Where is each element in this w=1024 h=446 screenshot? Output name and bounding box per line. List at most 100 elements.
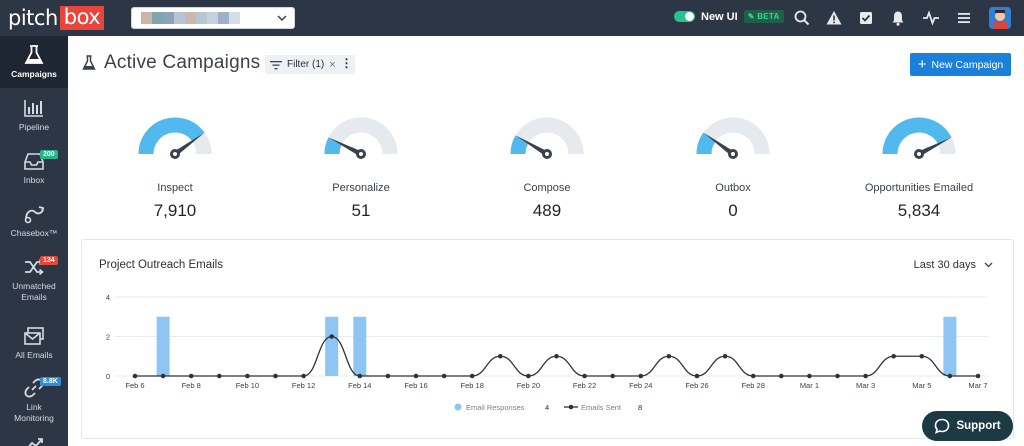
x-tick-label: Feb 18 (461, 381, 484, 390)
sidebar-item-chasebox[interactable]: Chasebox™ (0, 195, 68, 247)
x-tick-label: Feb 16 (404, 381, 427, 390)
y-tick-label: 2 (106, 333, 110, 342)
sidebar-item-unmatched-emails[interactable]: Unmatched Emails 134 (0, 248, 68, 314)
legend-total-emails-sent: 8 (638, 403, 642, 412)
point-emails-sent (188, 373, 194, 379)
point-emails-sent (441, 373, 447, 379)
logo-text-box: box (59, 6, 105, 30)
user-avatar[interactable] (989, 7, 1011, 29)
legend-label-emails-sent: Emails Sent (581, 403, 622, 412)
sidebar-item-label: Pipeline (18, 122, 50, 132)
point-emails-sent (554, 353, 559, 359)
project-name-swatch (218, 12, 229, 24)
x-tick-label: Feb 14 (348, 381, 371, 390)
bar-email-responses (943, 316, 957, 376)
gauge-personalize[interactable]: Personalize 51 (271, 110, 451, 221)
project-name-swatch (185, 12, 196, 24)
support-button[interactable]: Support (922, 411, 1013, 441)
project-name-swatch (229, 12, 240, 24)
point-emails-sent (498, 353, 503, 359)
gauge-value: 489 (532, 201, 562, 220)
avatar-image (989, 7, 1011, 29)
gauge-opportunities-emailed[interactable]: Opportunities Emailed 5,834 (829, 110, 1009, 221)
outreach-chart: 0 2 4 Feb 6 Feb 8 Feb 10 Feb 12 Feb 14 Feb 16 Feb… (106, 293, 988, 412)
legend-swatch-email-responses (454, 403, 462, 411)
bar-email-responses (156, 316, 170, 376)
x-tick-label: Mar 7 (968, 381, 987, 390)
project-name-swatch (196, 12, 207, 24)
support-label: Support (956, 420, 1001, 432)
point-emails-sent (750, 373, 756, 379)
pitchbox-logo[interactable]: pitch box (8, 6, 105, 30)
x-tick-label: Feb 24 (629, 381, 652, 390)
sidebar-item-all-emails[interactable]: All Emails (0, 317, 68, 369)
legend-point-emails-sent (568, 404, 574, 410)
point-emails-sent (722, 353, 728, 359)
x-tick-label: Feb 12 (292, 381, 315, 390)
gauge-compose[interactable]: Compose 489 (457, 110, 637, 221)
activity-pulse-icon[interactable] (922, 9, 940, 27)
gauge-inspect[interactable]: Inspect 7,910 (85, 110, 265, 221)
point-emails-sent (975, 373, 981, 379)
point-emails-sent (329, 334, 334, 339)
x-tick-label: Feb 26 (685, 381, 708, 390)
plus-icon: + (917, 56, 927, 73)
new-ui-toggle[interactable] (674, 11, 695, 22)
project-name-swatch (141, 12, 152, 24)
search-icon[interactable] (793, 9, 811, 27)
new-campaign-label: New Campaign (931, 58, 1004, 71)
gauge-outbox[interactable]: Outbox 0 (643, 110, 823, 221)
x-tick-label: Mar 3 (856, 381, 875, 390)
envelopes-icon (24, 327, 44, 345)
point-emails-sent (357, 373, 363, 379)
point-emails-sent (779, 373, 784, 379)
gauge-dial (324, 117, 398, 159)
point-emails-sent (835, 373, 840, 379)
point-emails-sent (132, 373, 138, 379)
bell-icon[interactable] (889, 9, 907, 27)
sidebar-item-partial[interactable] (0, 424, 68, 446)
sidebar: Campaigns Pipeline Inbox 200 Chasebox™ Unmatc… (0, 36, 68, 446)
page-title: Active Campaigns (104, 52, 261, 73)
sidebar-item-campaigns[interactable]: Campaigns (0, 36, 68, 88)
y-tick-label: 0 (106, 372, 110, 381)
warning-icon[interactable] (825, 9, 843, 27)
sidebar-item-pipeline[interactable]: Pipeline (0, 89, 68, 141)
sidebar-item-label: Inbox (23, 175, 45, 185)
more-options-icon[interactable]: ⋮ (338, 55, 355, 74)
project-name-swatch (207, 12, 218, 24)
sidebar-item-label: Chasebox™ (10, 228, 58, 238)
x-tick-label: Feb 8 (182, 381, 201, 390)
project-select[interactable] (131, 7, 295, 29)
count-badge: 200 (40, 150, 58, 159)
trend-chart-icon (28, 438, 43, 446)
gauge-dial (510, 117, 584, 159)
legend-total-email-responses: 4 (545, 403, 549, 412)
point-emails-sent (947, 373, 953, 379)
point-emails-sent (891, 353, 896, 359)
point-emails-sent (582, 373, 587, 379)
point-emails-sent (160, 373, 166, 379)
clear-filter-icon[interactable]: × (329, 59, 335, 71)
sidebar-item-inbox[interactable]: Inbox 200 (0, 142, 68, 194)
bar-chart-icon (24, 100, 43, 117)
sidebar-item-label: Campaigns (11, 69, 57, 79)
page-header: Active Campaigns (82, 52, 260, 74)
point-emails-sent (301, 373, 306, 379)
gauge-label: Opportunities Emailed (864, 182, 974, 194)
filter-chip[interactable]: Filter (1) × (265, 55, 343, 74)
logo-text-pitch: pitch (8, 6, 58, 30)
gauge-dial (138, 117, 212, 159)
chasebox-icon (24, 206, 45, 224)
hamburger-menu-icon[interactable] (955, 9, 973, 27)
count-badge: 134 (40, 256, 58, 265)
x-tick-label: Feb 6 (125, 381, 144, 390)
project-name-swatch (163, 12, 174, 24)
task-check-icon[interactable] (857, 9, 875, 27)
new-ui-toggle-group[interactable]: New UI ✎ BETA (674, 10, 784, 23)
sidebar-item-label: All Emails (15, 350, 53, 360)
point-emails-sent (666, 353, 672, 359)
beta-badge: ✎ BETA (743, 10, 784, 23)
new-campaign-button[interactable]: + New Campaign (910, 53, 1011, 76)
y-tick-label: 4 (106, 293, 110, 302)
